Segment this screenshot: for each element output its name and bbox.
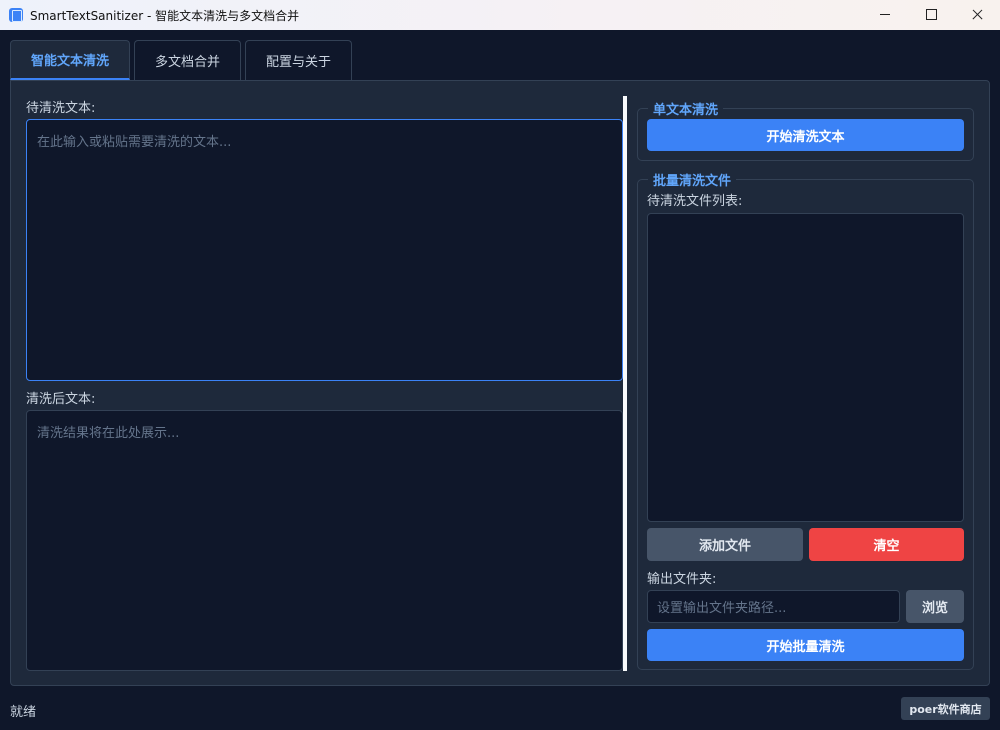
clear-list-button[interactable]: 清空 [809,528,964,561]
add-file-button[interactable]: 添加文件 [647,528,803,561]
output-folder-input[interactable]: 设置输出文件夹路径... [647,590,900,623]
close-icon[interactable] [954,0,1000,30]
tab-merge-docs[interactable]: 多文档合并 [134,40,241,80]
output-placeholder: 清洗结果将在此处展示... [37,426,180,441]
store-badge[interactable]: poer软件商店 [901,697,990,720]
minimize-icon[interactable] [862,0,908,30]
window-title: SmartTextSanitizer - 智能文本清洗与多文档合并 [30,8,300,23]
tab-bar: 智能文本清洗 多文档合并 配置与关于 [10,40,356,80]
start-clean-text-button[interactable]: 开始清洗文本 [647,119,964,151]
tab-config-about[interactable]: 配置与关于 [245,40,352,80]
single-clean-group-title: 单文本清洗 [648,99,724,118]
batch-clean-group: 批量清洗文件 待清洗文件列表: 添加文件 清空 输出文件夹: 设置输出文件夹路径… [637,170,974,670]
start-batch-clean-button[interactable]: 开始批量清洗 [647,629,964,661]
input-textarea[interactable]: 在此输入或粘贴需要清洗的文本... [26,119,623,381]
output-folder-label: 输出文件夹: [647,572,717,587]
main-pane: 待清洗文本: 在此输入或粘贴需要清洗的文本... 清洗后文本: 清洗结果将在此处… [10,80,990,686]
file-list[interactable] [647,213,964,522]
input-placeholder: 在此输入或粘贴需要清洗的文本... [37,135,232,150]
title-bar: SmartTextSanitizer - 智能文本清洗与多文档合并 [0,0,1000,30]
output-text-label: 清洗后文本: [26,392,96,407]
output-textarea[interactable]: 清洗结果将在此处展示... [26,410,623,671]
maximize-icon[interactable] [908,0,954,30]
single-clean-group: 单文本清洗 开始清洗文本 [637,99,974,161]
document-icon [9,8,23,22]
input-text-label: 待清洗文本: [26,101,96,116]
batch-clean-group-title: 批量清洗文件 [648,170,737,189]
file-list-label: 待清洗文件列表: [647,194,743,209]
browse-button[interactable]: 浏览 [906,590,964,623]
splitter-handle[interactable] [623,96,627,671]
status-text: 就绪 [10,705,37,720]
window-controls [862,0,1000,30]
tab-smart-clean[interactable]: 智能文本清洗 [10,40,130,80]
